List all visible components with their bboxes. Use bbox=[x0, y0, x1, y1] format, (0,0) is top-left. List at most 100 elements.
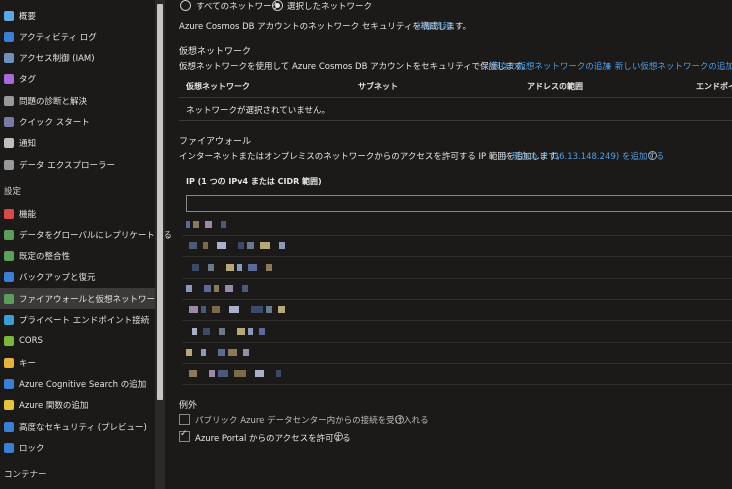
redacted-ip-pixel bbox=[279, 242, 285, 250]
sidebar-item[interactable]: 高度なセキュリティ (プレビュー) bbox=[0, 416, 155, 437]
redacted-ip-pixel bbox=[186, 284, 192, 292]
sidebar-item-label: Azure 関数の追加 bbox=[19, 401, 89, 412]
redacted-ip-pixel bbox=[192, 327, 197, 335]
accept-datacenter-label: パブリック Azure データセンター内からの接続を受け入れる bbox=[195, 416, 429, 426]
sidebar-item[interactable]: タグ bbox=[0, 69, 155, 90]
sidebar-item-label: クイック スタート bbox=[19, 118, 90, 128]
add-current-ip-link[interactable]: + 現在の IP (36.13.148.249) を追加する bbox=[502, 150, 664, 162]
ip-range-row[interactable] bbox=[182, 363, 732, 386]
nav-icon bbox=[4, 159, 14, 170]
vnet-description: 仮想ネットワークを使用して Azure Cosmos DB アカウントをセキュリ… bbox=[179, 62, 531, 72]
radio-selected-networks[interactable] bbox=[272, 0, 283, 11]
redacted-ip-pixel bbox=[189, 370, 197, 378]
sidebar-item[interactable]: 概要 bbox=[0, 5, 155, 26]
redacted-ip-pixel bbox=[219, 327, 225, 335]
nav-icon bbox=[4, 357, 14, 368]
sidebar-item-label: ファイアウォールと仮想ネットワーク bbox=[19, 294, 164, 305]
nav-icon bbox=[4, 10, 14, 21]
sidebar-item-label: 問題の診断と解決 bbox=[19, 96, 88, 107]
exceptions-title: 例外 bbox=[179, 401, 198, 411]
ip-range-row[interactable] bbox=[182, 214, 732, 236]
sidebar-item[interactable]: Azure Cognitive Search の追加 bbox=[0, 373, 155, 394]
section-container: コンテナー bbox=[4, 470, 47, 480]
redacted-ip-pixel bbox=[242, 284, 248, 292]
redacted-ip-pixel bbox=[201, 348, 206, 356]
sidebar-item[interactable]: 通知 bbox=[0, 133, 155, 154]
redacted-ip-pixel bbox=[217, 242, 226, 250]
ip-range-input[interactable] bbox=[186, 195, 732, 212]
sidebar-item[interactable]: アクセス制御 (IAM) bbox=[0, 48, 155, 69]
allow-portal-info-icon[interactable]: i bbox=[334, 432, 343, 441]
sidebar-item-label: アクティビティ ログ bbox=[19, 32, 97, 43]
nav-icon bbox=[4, 117, 14, 127]
learn-more-link[interactable]: 詳細情報。 bbox=[417, 20, 460, 32]
ip-range-row[interactable] bbox=[182, 299, 732, 322]
redacted-ip-pixel bbox=[189, 242, 197, 250]
sidebar-item[interactable]: 機能 bbox=[0, 203, 155, 224]
redacted-ip-pixel bbox=[237, 263, 242, 271]
sidebar-item[interactable]: キー bbox=[0, 352, 155, 373]
sidebar-scrollbar-thumb[interactable] bbox=[157, 4, 163, 400]
sidebar-item[interactable]: バックアップと復元 bbox=[0, 267, 155, 288]
sidebar-item-label: CORS bbox=[19, 336, 43, 347]
redacted-ip-pixel bbox=[203, 242, 208, 250]
redacted-ip-pixel bbox=[248, 263, 257, 271]
redacted-ip-pixel bbox=[209, 370, 215, 378]
sidebar-item-label: データ エクスプローラー bbox=[19, 160, 115, 171]
redacted-ip-pixel bbox=[225, 284, 233, 292]
sidebar-item[interactable]: データ エクスプローラー bbox=[0, 154, 155, 175]
nav-icon bbox=[4, 378, 14, 389]
add-new-vnet-link[interactable]: + 新しい仮想ネットワークの追加 bbox=[605, 60, 732, 72]
sidebar-item-label: ロック bbox=[19, 443, 45, 454]
redacted-ip-pixel bbox=[186, 348, 192, 356]
sidebar-item-label: 既定の整合性 bbox=[19, 252, 71, 263]
nav-icon bbox=[4, 229, 14, 240]
ip-range-row[interactable] bbox=[182, 257, 732, 279]
vnet-col-address-range: アドレスの範囲 bbox=[527, 82, 583, 91]
nav-icon bbox=[4, 74, 14, 85]
sidebar-item[interactable]: アクティビティ ログ bbox=[0, 26, 155, 47]
ip-column-header: IP (1 つの IPv4 または CIDR 範囲) bbox=[186, 177, 322, 186]
sidebar-item[interactable]: プライベート エンドポイント接続 bbox=[0, 310, 155, 331]
vnet-col-network: 仮想ネットワーク bbox=[186, 82, 250, 91]
sidebar-item[interactable]: 問題の診断と解決 bbox=[0, 90, 155, 111]
sidebar-item[interactable]: ファイアウォールと仮想ネットワーク bbox=[0, 288, 164, 310]
redacted-ip-pixel bbox=[234, 370, 246, 378]
redacted-ip-pixel bbox=[243, 348, 249, 356]
nav-icon bbox=[4, 95, 14, 106]
radio-all-networks-label: すべてのネットワーク bbox=[196, 2, 281, 12]
sidebar-item-label: タグ bbox=[19, 75, 37, 86]
sidebar-item[interactable]: ロック bbox=[0, 437, 155, 458]
sidebar: 概要アクティビティ ログアクセス制御 (IAM) タグ問題の診断と解決 クイック ス… bbox=[0, 0, 172, 489]
sidebar-item[interactable]: 既定の整合性 bbox=[0, 246, 155, 267]
accept-datacenter-checkbox[interactable] bbox=[179, 414, 190, 425]
ip-range-row[interactable] bbox=[182, 278, 732, 300]
sidebar-item[interactable]: データをグローバルにレプリケートする bbox=[0, 224, 172, 245]
redacted-ip-pixel bbox=[251, 306, 263, 314]
redacted-ip-pixel bbox=[204, 284, 211, 292]
redacted-ip-pixel bbox=[266, 306, 272, 314]
ip-range-row[interactable] bbox=[182, 235, 732, 258]
vnet-empty-message: ネットワークが選択されていません。 bbox=[186, 106, 330, 116]
redacted-ip-pixel bbox=[248, 327, 253, 335]
add-ip-info-icon[interactable]: i bbox=[648, 151, 657, 160]
sidebar-item[interactable]: クイック スタート bbox=[0, 112, 155, 133]
nav-icon bbox=[4, 293, 14, 304]
redacted-ip-pixel bbox=[238, 242, 244, 250]
ip-range-row[interactable] bbox=[182, 321, 732, 343]
radio-all-networks[interactable] bbox=[180, 0, 191, 11]
redacted-ip-pixel bbox=[189, 306, 198, 314]
redacted-ip-pixel bbox=[186, 221, 190, 228]
vnet-table-bottom-divider bbox=[179, 120, 732, 121]
sidebar-item[interactable]: Azure 関数の追加 bbox=[0, 395, 155, 416]
vnet-table-divider bbox=[179, 97, 732, 98]
redacted-ip-pixel bbox=[208, 263, 214, 271]
redacted-ip-pixel bbox=[193, 221, 199, 228]
add-existing-vnet-link[interactable]: + 既存の仮想ネットワークの追加 bbox=[482, 60, 611, 72]
accept-datacenter-info-icon[interactable]: i bbox=[395, 415, 404, 424]
sidebar-item-label: データをグローバルにレプリケートする bbox=[19, 230, 172, 241]
sidebar-item[interactable]: CORS bbox=[0, 331, 155, 352]
ip-range-row[interactable] bbox=[182, 342, 732, 364]
allow-portal-checkbox[interactable] bbox=[179, 429, 190, 442]
nav-icon bbox=[4, 251, 14, 262]
